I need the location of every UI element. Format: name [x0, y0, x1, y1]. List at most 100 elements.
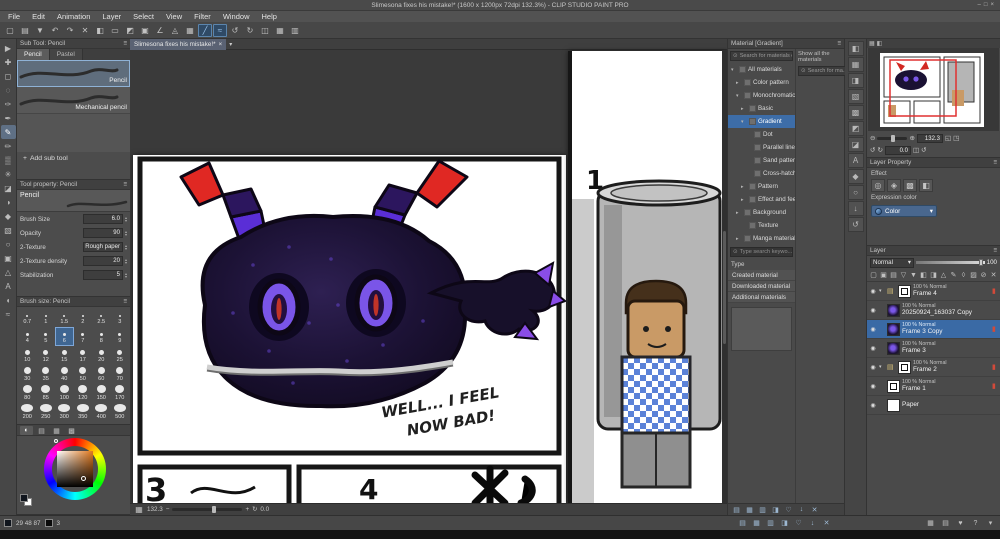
- layer-expand-icon[interactable]: ▾: [879, 364, 885, 370]
- new-vector-layer-icon[interactable]: ▣: [879, 270, 888, 281]
- new-raster-layer-icon[interactable]: ▢: [869, 270, 878, 281]
- gallery-icon[interactable]: ▤: [940, 518, 951, 529]
- close-button[interactable]: ×: [990, 2, 997, 8]
- menu-item[interactable]: File: [2, 11, 26, 22]
- canvas-zoom-value[interactable]: 132.3: [147, 506, 163, 513]
- brush-size-option[interactable]: 1.5: [55, 308, 74, 327]
- material-color-pattern-tab-icon[interactable]: ▦: [847, 57, 864, 72]
- brush-size-option[interactable]: 60: [92, 365, 111, 384]
- document-tab-dropdown-icon[interactable]: ▾: [226, 41, 235, 48]
- favorite-icon[interactable]: ♥: [955, 518, 966, 529]
- brush-size-option[interactable]: 40: [55, 365, 74, 384]
- snap-to-ruler-icon[interactable]: ∠: [153, 24, 167, 37]
- canvas-page-left[interactable]: WELL... I FEEL NOW BAD! 3 4: [133, 155, 566, 503]
- set-as-draft-icon[interactable]: ✎: [949, 270, 958, 281]
- stepper-icons[interactable]: ▴ ▾: [125, 215, 127, 223]
- create-mask-icon[interactable]: ◧: [919, 270, 928, 281]
- material-grid-view-icon[interactable]: ▦: [744, 505, 755, 515]
- brush-size-option[interactable]: 80: [18, 384, 37, 403]
- brush-size-option[interactable]: 85: [37, 384, 56, 403]
- brush-size-option[interactable]: 6: [55, 327, 74, 346]
- material-tree-effect-and-feeling[interactable]: ▸ Effect and feeling: [728, 193, 795, 206]
- ruler-tool-icon[interactable]: △: [1, 265, 16, 279]
- brush-size-option[interactable]: 3: [111, 308, 130, 327]
- material-tree-dot[interactable]: Dot: [728, 128, 795, 141]
- new-folder-icon[interactable]: ▤: [889, 270, 898, 281]
- vector-snap-line-icon[interactable]: ╱: [198, 23, 212, 37]
- brush-size-option[interactable]: 10: [18, 346, 37, 365]
- material-paste-icon[interactable]: ◨: [770, 505, 781, 515]
- brush-size-option[interactable]: 7: [74, 327, 93, 346]
- delete-icon[interactable]: ✕: [78, 24, 92, 37]
- brush-tool-icon[interactable]: ✏: [1, 139, 16, 153]
- canvas-rotation-value[interactable]: 0.0: [260, 506, 269, 513]
- extract-line-icon[interactable]: ◈: [887, 179, 901, 192]
- layer-visibility-icon[interactable]: ◉: [869, 288, 877, 295]
- material-3d-tab-icon[interactable]: ◪: [847, 137, 864, 152]
- zoom-out-icon[interactable]: −: [166, 506, 170, 513]
- flip-horizontal-icon[interactable]: ◫: [913, 146, 919, 154]
- material-tree-all-materials[interactable]: ▾ All materials: [728, 63, 795, 76]
- zoom-out-icon[interactable]: ⊖: [870, 134, 875, 142]
- layer-opacity-value[interactable]: 100: [987, 259, 997, 266]
- navigator-tab-icon[interactable]: ▦: [869, 40, 875, 47]
- navigator-thumbnail[interactable]: [868, 48, 999, 131]
- color-wheel-tab-icon[interactable]: ◐: [20, 426, 33, 435]
- material-gradient-tab-icon[interactable]: ▧: [847, 89, 864, 104]
- border-effect-icon[interactable]: ◎: [871, 179, 885, 192]
- document-tab-close-icon[interactable]: ×: [219, 41, 223, 48]
- canvas-zoom-slider[interactable]: [172, 506, 243, 513]
- material-detail-view-icon[interactable]: ▥: [757, 505, 768, 515]
- brush-size-option[interactable]: 12: [37, 346, 56, 365]
- layer-visibility-icon[interactable]: ◉: [869, 326, 877, 333]
- layer-frame-2[interactable]: ◉ ▾ ▤ 100 % Normal Frame 2 ▮: [867, 358, 1000, 377]
- material-type-item[interactable]: Created material: [728, 270, 795, 281]
- panel-menu-icon[interactable]: ≡: [993, 159, 997, 166]
- selection-border-icon[interactable]: ▣: [138, 24, 152, 37]
- layer-visibility-icon[interactable]: ◉: [869, 402, 877, 409]
- brush-size-option[interactable]: 17: [74, 346, 93, 365]
- material-delete-icon[interactable]: ✕: [821, 518, 832, 529]
- color-set-tab-icon[interactable]: ▦: [50, 426, 63, 435]
- brush-size-option[interactable]: 170: [111, 384, 130, 403]
- menu-item[interactable]: Animation: [51, 11, 96, 22]
- material-download-tab-icon[interactable]: ↓: [847, 201, 864, 216]
- material-text-tab-icon[interactable]: A: [847, 153, 864, 168]
- brush-size-option[interactable]: 1: [37, 308, 56, 327]
- material-download-icon[interactable]: ↓: [807, 518, 818, 529]
- material-tree-monochromatic[interactable]: ▾ Monochromatic: [728, 89, 795, 102]
- brush-size-option[interactable]: 150: [92, 384, 111, 403]
- menu-item[interactable]: Filter: [188, 11, 217, 22]
- show-all-materials-label[interactable]: Show all the materials: [798, 51, 850, 63]
- brush-size-option[interactable]: 0.7: [18, 308, 37, 327]
- material-tree-basic[interactable]: ▸ Basic: [728, 102, 795, 115]
- foreground-background-swatches[interactable]: [20, 494, 34, 508]
- brush-size-option[interactable]: 100: [55, 384, 74, 403]
- brush-size-option[interactable]: 35: [37, 365, 56, 384]
- panel-menu-icon[interactable]: ≡: [123, 298, 127, 305]
- pencil-tool-icon[interactable]: ✎: [0, 125, 16, 139]
- material-type-item[interactable]: Additional materials: [728, 292, 795, 303]
- add-sub-tool-button[interactable]: + Add sub tool: [17, 152, 130, 165]
- fit-to-screen-icon[interactable]: ◱: [945, 134, 951, 142]
- rotate-right-icon[interactable]: ↻: [243, 24, 257, 37]
- workspace-icon[interactable]: ▦: [925, 518, 936, 529]
- brush-size-option[interactable]: 500: [111, 403, 130, 422]
- subtool-item-mechanical-pencil[interactable]: Mechanical pencil: [17, 87, 130, 114]
- layer-paper[interactable]: ◉ ▾ ▤ Paper ▮: [867, 396, 1000, 415]
- brush-size-option[interactable]: 250: [37, 403, 56, 422]
- frame-border-tool-icon[interactable]: ▣: [1, 251, 16, 265]
- eyedropper-tool-icon[interactable]: ✑: [1, 97, 16, 111]
- blend-mode-dropdown[interactable]: Normal ▾: [870, 257, 914, 268]
- canvas-page-right[interactable]: 1: [568, 51, 727, 503]
- pen-tool-icon[interactable]: ✒: [1, 111, 16, 125]
- save-icon[interactable]: ▼: [33, 24, 47, 37]
- subtool-item-pencil[interactable]: Pencil: [17, 60, 130, 87]
- brush-size-option[interactable]: 15: [55, 346, 74, 365]
- show-ruler-icon[interactable]: ▥: [288, 24, 302, 37]
- material-keyword-search-input[interactable]: ⊙ Type search keywo...: [730, 247, 793, 257]
- full-view-icon[interactable]: ◳: [953, 134, 959, 142]
- brush-size-option[interactable]: 50: [74, 365, 93, 384]
- layer-20250924-163037-copy[interactable]: ◉ ▾ ▤ 100 % Normal 20250924_163037 Copy …: [867, 301, 1000, 320]
- layer-visibility-icon[interactable]: ◉: [869, 345, 877, 352]
